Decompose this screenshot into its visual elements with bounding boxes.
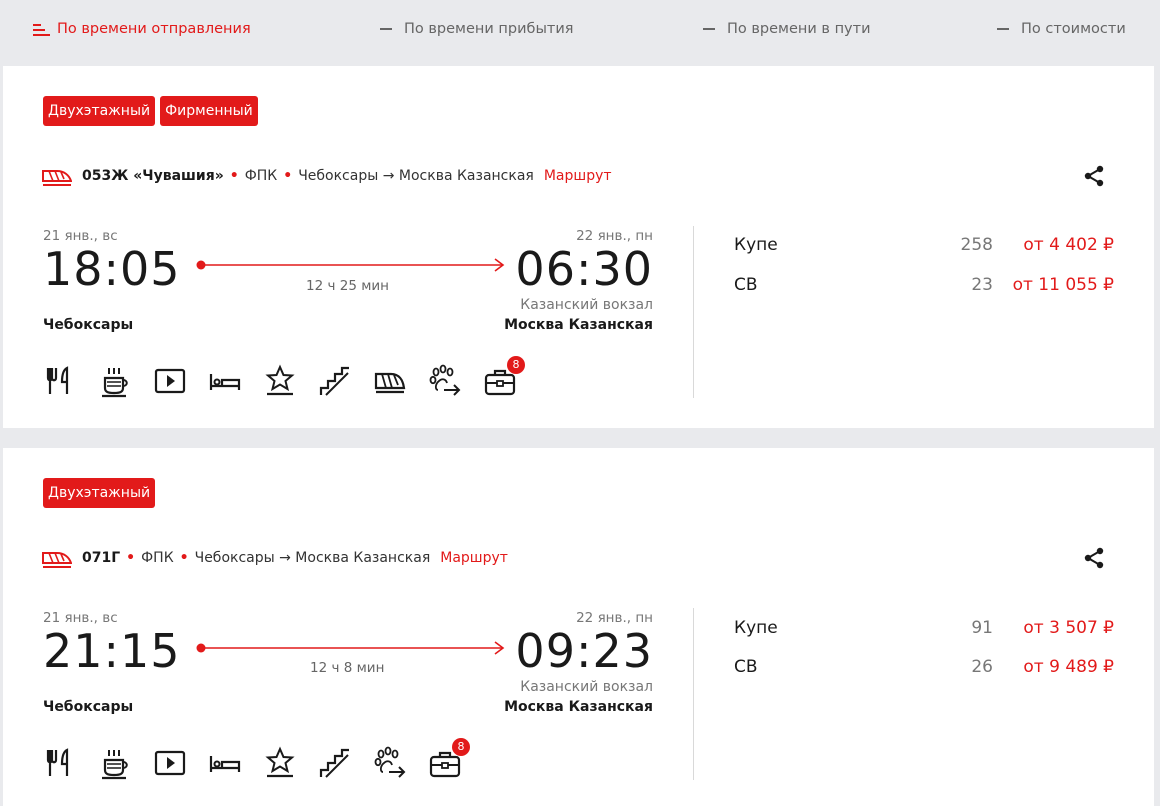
price-row-kupe[interactable]: Купе 258 от 4 402 ₽ [734,235,1114,259]
stairs-icon[interactable] [318,746,352,780]
dash-icon [703,28,715,30]
duration: 12 ч 8 мин [310,660,385,676]
train-card: Двухэтажный Фирменный 053Ж «Чувашия» • Ф… [3,66,1154,428]
share-icon[interactable] [1083,547,1105,569]
premium-icon[interactable] [263,746,297,780]
price: от 11 055 ₽ [1012,275,1114,295]
price-row-sv[interactable]: СВ 26 от 9 489 ₽ [734,657,1114,681]
seats-count: 91 [971,618,993,638]
bed-linen-icon[interactable] [208,364,242,398]
hot-drinks-icon[interactable] [98,364,132,398]
divider [693,226,694,398]
departure-time: 21:15 [43,624,181,678]
pets-icon[interactable] [373,746,407,780]
train-info: 053Ж «Чувашия» • ФПК • Чебоксары → Москв… [42,164,612,188]
separator-dot: • [283,168,293,184]
dash-icon [380,28,392,30]
badge-list: Двухэтажный Фирменный [43,96,258,126]
duration: 12 ч 25 мин [306,278,389,294]
train-number: 071Г [82,550,121,566]
route-link[interactable]: Маршрут [544,168,612,184]
express-train-icon[interactable] [373,364,407,398]
hot-drinks-icon[interactable] [98,746,132,780]
price-row-sv[interactable]: СВ 23 от 11 055 ₽ [734,275,1114,299]
share-icon[interactable] [1083,165,1105,187]
seats-count: 26 [971,657,993,677]
arrival-station: Казанский вокзал [520,297,653,313]
price: от 4 402 ₽ [1023,235,1114,255]
sort-active-icon [33,23,50,36]
divider [693,608,694,780]
train-card: Двухэтажный 071Г • ФПК • Чебоксары → Мос… [3,448,1154,806]
sort-label: По стоимости [1021,21,1126,37]
price-row-kupe[interactable]: Купе 91 от 3 507 ₽ [734,618,1114,642]
amenity-list: 8 [43,356,538,398]
badge-list: Двухэтажный [43,478,156,508]
luggage-count-badge: 8 [507,356,525,374]
luggage-count-badge: 8 [452,738,470,756]
route-link[interactable]: Маршрут [440,550,508,566]
sort-by-price[interactable]: По стоимости [997,19,1126,39]
separator-dot: • [126,550,136,566]
route: Чебоксары → Москва Казанская [194,550,431,566]
arrival-city: Москва Казанская [504,699,653,715]
sort-by-duration[interactable]: По времени в пути [703,19,871,39]
arrival-time: 06:30 [515,242,653,296]
sort-bar: По времени отправления По времени прибыт… [0,0,1160,66]
price: от 9 489 ₽ [1023,657,1114,677]
badge-double-deck: Двухэтажный [43,96,156,126]
departure-time: 18:05 [43,242,181,296]
car-class: Купе [734,618,778,638]
restaurant-icon[interactable] [43,746,77,780]
sort-by-departure[interactable]: По времени отправления [33,19,251,39]
premium-icon[interactable] [263,364,297,398]
carrier: ФПК [244,168,278,184]
price: от 3 507 ₽ [1023,618,1114,638]
sort-label: По времени в пути [727,21,871,37]
route-arrow [196,258,505,272]
separator-dot: • [179,550,189,566]
seats-count: 258 [960,235,993,255]
pets-icon[interactable] [428,364,462,398]
departure-city: Чебоксары [43,317,134,333]
seats-count: 23 [971,275,993,295]
stairs-icon[interactable] [318,364,352,398]
amenity-list: 8 [43,738,483,780]
train-icon [42,552,72,568]
badge-double-deck: Двухэтажный [43,478,156,508]
sort-label: По времени прибытия [404,21,574,37]
car-class: СВ [734,657,758,677]
route-arrow [196,641,505,655]
sort-by-arrival[interactable]: По времени прибытия [380,19,574,39]
arrival-station: Казанский вокзал [520,679,653,695]
luggage-icon[interactable]: 8 [428,738,470,780]
route: Чебоксары → Москва Казанская [298,168,534,184]
carrier: ФПК [141,550,174,566]
car-class: Купе [734,235,778,255]
badge-branded: Фирменный [160,96,258,126]
dash-icon [997,28,1009,30]
bed-linen-icon[interactable] [208,746,242,780]
car-class: СВ [734,275,758,295]
video-icon[interactable] [153,364,187,398]
arrival-city: Москва Казанская [504,317,653,333]
train-info: 071Г • ФПК • Чебоксары → Москва Казанска… [42,546,508,570]
separator-dot: • [229,168,239,184]
departure-city: Чебоксары [43,699,134,715]
sort-label: По времени отправления [57,21,251,37]
luggage-icon[interactable]: 8 [483,356,525,398]
train-number: 053Ж «Чувашия» [82,168,224,184]
arrival-time: 09:23 [515,624,653,678]
train-icon [42,170,72,186]
restaurant-icon[interactable] [43,364,77,398]
video-icon[interactable] [153,746,187,780]
